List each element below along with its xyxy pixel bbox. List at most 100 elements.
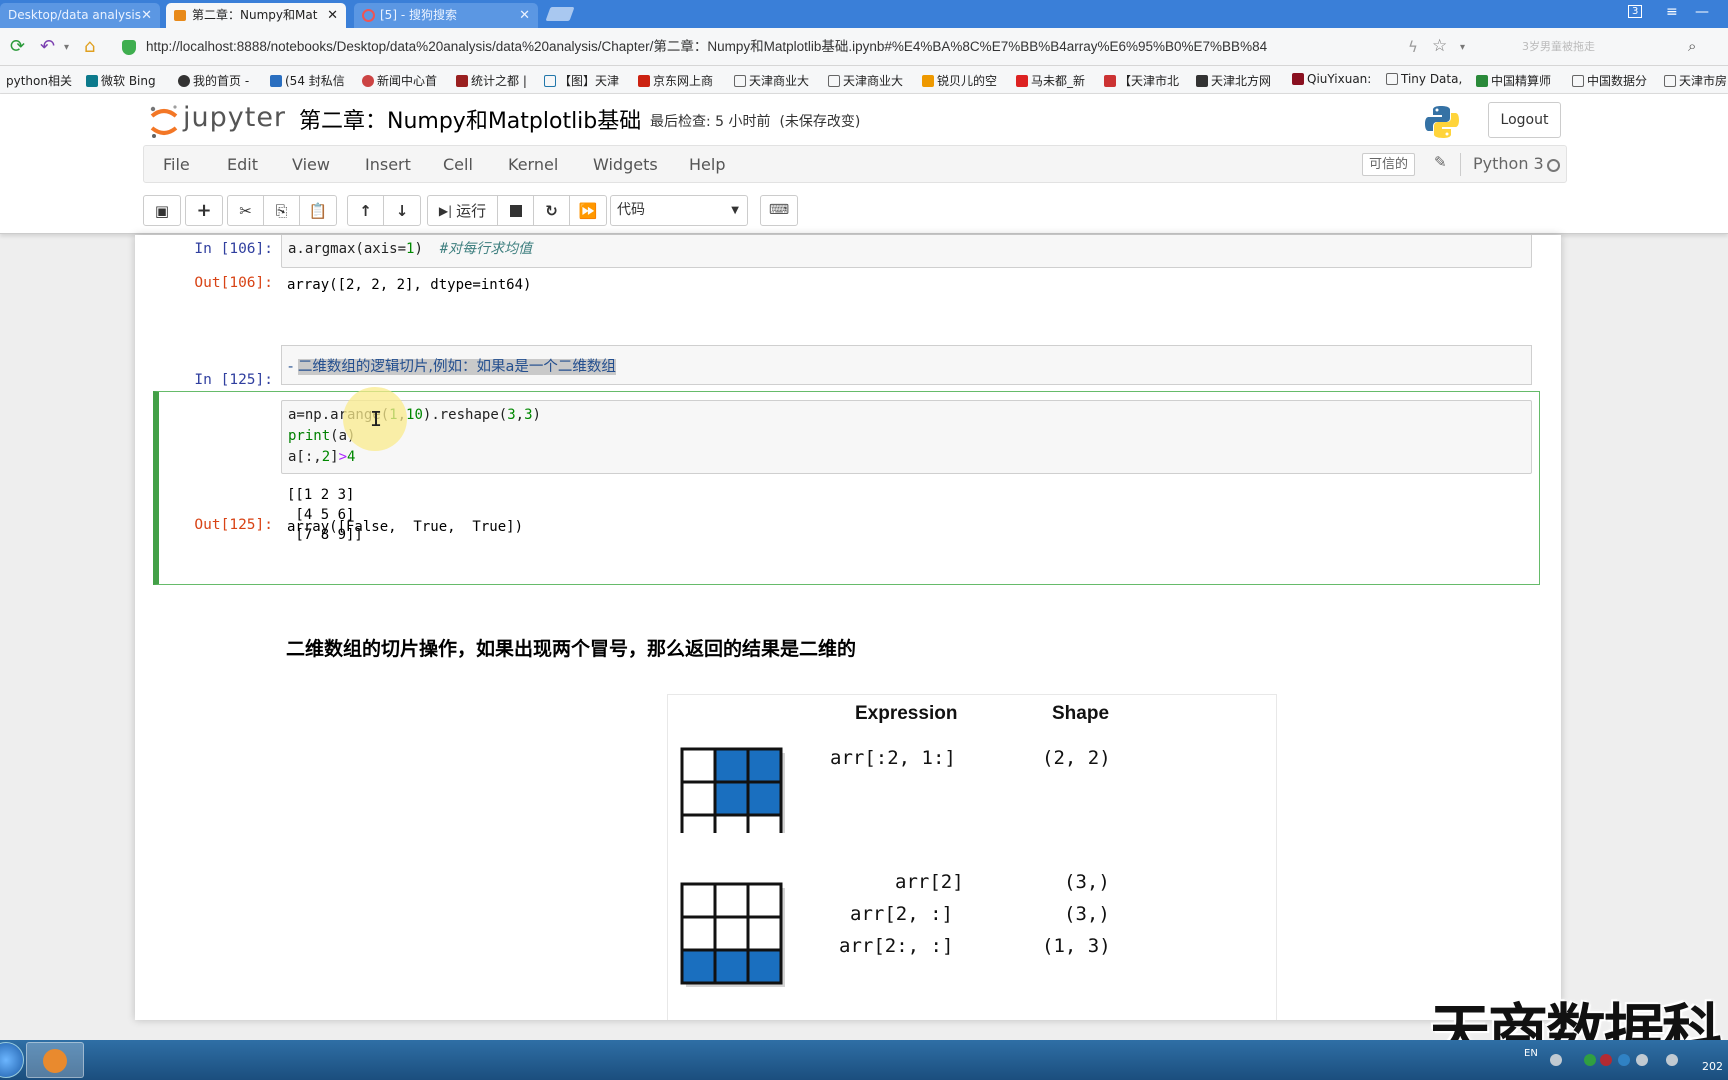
search-input[interactable]: 3岁男童被拖走: [1486, 34, 1708, 60]
close-icon[interactable]: ✕: [327, 3, 338, 28]
search-icon[interactable]: ⌕: [1688, 37, 1696, 55]
bookmark-item[interactable]: 天津北方网: [1196, 72, 1271, 89]
grid-cell: [746, 915, 783, 952]
code-token: a[:,: [288, 449, 322, 465]
browser-tab-data-analysis[interactable]: Desktop/data analysis ✕: [0, 3, 160, 28]
network-icon[interactable]: [1666, 1054, 1678, 1066]
star-icon[interactable]: ☆: [1432, 36, 1447, 56]
run-label: 运行: [456, 202, 487, 220]
arrow-down-icon: ↓: [395, 201, 409, 220]
bookmark-item[interactable]: 京东网上商: [638, 72, 713, 89]
start-button[interactable]: [0, 1042, 24, 1078]
doc-icon: [828, 75, 840, 87]
logout-button[interactable]: Logout: [1488, 102, 1561, 138]
home-icon[interactable]: ⌂: [84, 36, 95, 57]
menu-cell[interactable]: Cell: [443, 155, 473, 174]
cut-button[interactable]: ✂: [228, 196, 264, 225]
move-up-button[interactable]: ↑: [348, 196, 384, 225]
bookmark-label: 中国数据分: [1587, 74, 1648, 88]
jupyter-header: jupyter 第二章：Numpy和Matplotlib基础 最后检查: 5 小…: [0, 94, 1728, 234]
cell-output: array([False, True, True]): [287, 519, 524, 535]
menu-help[interactable]: Help: [689, 155, 725, 174]
grid-cell: [713, 915, 750, 952]
bookmark-item[interactable]: 中国数据分: [1572, 72, 1647, 89]
new-tab-button[interactable]: [545, 7, 575, 21]
browser-tab-sogou[interactable]: [5] - 搜狗搜索 ✕: [354, 3, 538, 28]
bookmark-item[interactable]: 统计之都 |: [456, 72, 527, 89]
interrupt-button[interactable]: [498, 196, 534, 225]
expression-header: Expression: [855, 703, 958, 724]
volume-icon[interactable]: [1636, 1054, 1648, 1066]
restart-button[interactable]: ↻: [534, 196, 570, 225]
save-button[interactable]: ▣: [144, 196, 180, 225]
code-input[interactable]: a=np.arange(1,10).reshape(3,3) print(a) …: [281, 400, 1532, 474]
bookmark-item[interactable]: 天津商业大: [734, 72, 809, 89]
shape-text: (2, 2): [1042, 747, 1111, 769]
notebook-title[interactable]: 第二章：Numpy和Matplotlib基础: [299, 103, 641, 135]
paste-button[interactable]: 📋: [300, 196, 336, 225]
move-down-button[interactable]: ↓: [384, 196, 420, 225]
bookmark-item[interactable]: Tiny Data,: [1386, 72, 1462, 86]
tray-shield-icon[interactable]: [1618, 1054, 1630, 1066]
copy-button[interactable]: ⎘: [264, 196, 300, 225]
tray-app-icon[interactable]: [1584, 1054, 1596, 1066]
bookmark-item[interactable]: python相关: [6, 72, 72, 89]
tray-up-icon[interactable]: [1550, 1054, 1562, 1066]
bookmark-item[interactable]: 马未都_新: [1016, 72, 1085, 89]
menu-file[interactable]: File: [163, 155, 190, 174]
menu-edit[interactable]: Edit: [227, 155, 258, 174]
close-icon[interactable]: ✕: [141, 3, 152, 28]
markdown-cell[interactable]: - 二维数组的逻辑切片,例如：如果a是一个二维数组: [281, 345, 1532, 385]
bookmark-label: 锐贝儿的空: [937, 74, 998, 88]
bookmark-item[interactable]: 新闻中心首: [362, 72, 437, 89]
clock[interactable]: 202: [1702, 1060, 1723, 1073]
cell-type-select[interactable]: 代码 ▼: [610, 195, 748, 226]
save-group: ▣: [143, 195, 181, 226]
trusted-indicator[interactable]: 可信的: [1362, 153, 1416, 176]
reload-icon[interactable]: ⟳: [10, 36, 25, 57]
bookmark-item[interactable]: 锐贝儿的空: [922, 72, 997, 89]
run-group: ▶| 运行 ↻ ⏩: [427, 195, 607, 226]
bookmark-item[interactable]: QiuYixuan:: [1292, 72, 1371, 86]
code-token: ): [532, 407, 541, 423]
menu-icon[interactable]: ≡: [1666, 4, 1678, 20]
close-icon[interactable]: ✕: [519, 3, 530, 28]
bookmark-item[interactable]: 【天津市北: [1104, 72, 1179, 89]
code-input[interactable]: a.argmax(axis=1) #对每行求均值: [281, 235, 1532, 268]
insert-cell-button[interactable]: +: [186, 196, 222, 225]
bookmark-item[interactable]: 微软 Bing: [86, 72, 156, 89]
run-button[interactable]: ▶| 运行: [428, 196, 498, 225]
input-language-indicator[interactable]: EN: [1524, 1048, 1538, 1059]
bookmark-item[interactable]: 中国精算师: [1476, 72, 1551, 89]
selected-text: 二维数组的逻辑切片,例如：如果a是一个二维数组: [297, 359, 616, 375]
menu-insert[interactable]: Insert: [365, 155, 411, 174]
menu-widgets[interactable]: Widgets: [593, 155, 658, 174]
output-prompt: Out[106]:: [194, 275, 273, 291]
zhihu-icon: [270, 75, 282, 87]
jupyter-wordmark[interactable]: jupyter: [183, 102, 286, 133]
browser-tab-notebook[interactable]: 第二章：Numpy和Mat ✕: [166, 3, 346, 28]
menu-kernel[interactable]: Kernel: [508, 155, 558, 174]
url-dropdown-icon[interactable]: ▾: [1460, 42, 1465, 53]
tray-record-icon[interactable]: [1600, 1054, 1612, 1066]
bookmark-item[interactable]: 天津市房: [1664, 72, 1727, 89]
command-palette-button[interactable]: ⌨: [760, 195, 798, 226]
paste-icon: 📋: [308, 201, 328, 220]
back-dropdown-icon[interactable]: ▾: [64, 42, 69, 53]
window-count-badge[interactable]: 3: [1628, 5, 1643, 18]
expression-text: arr[2]: [895, 871, 964, 893]
bookmark-item[interactable]: 【图】天津: [544, 72, 619, 89]
bookmark-item[interactable]: 天津商业大: [828, 72, 903, 89]
pencil-icon[interactable]: ✎: [1434, 153, 1447, 171]
taskbar-app-browser[interactable]: [26, 1042, 84, 1078]
lightning-icon[interactable]: ϟ: [1408, 38, 1418, 56]
address-toolbar: ⟳ ↶ ▾ ⌂ http://localhost:8888/notebooks/…: [0, 28, 1728, 66]
minimize-icon[interactable]: —: [1695, 4, 1709, 20]
back-icon[interactable]: ↶: [40, 36, 55, 57]
bookmark-item[interactable]: (54 封私信: [270, 72, 345, 89]
run-all-button[interactable]: ⏩: [570, 196, 606, 225]
menu-view[interactable]: View: [292, 155, 330, 174]
url-bar[interactable]: http://localhost:8888/notebooks/Desktop/…: [118, 33, 1358, 61]
bookmark-item[interactable]: 我的首页 -: [178, 72, 249, 89]
restart-icon: ↻: [545, 201, 558, 220]
